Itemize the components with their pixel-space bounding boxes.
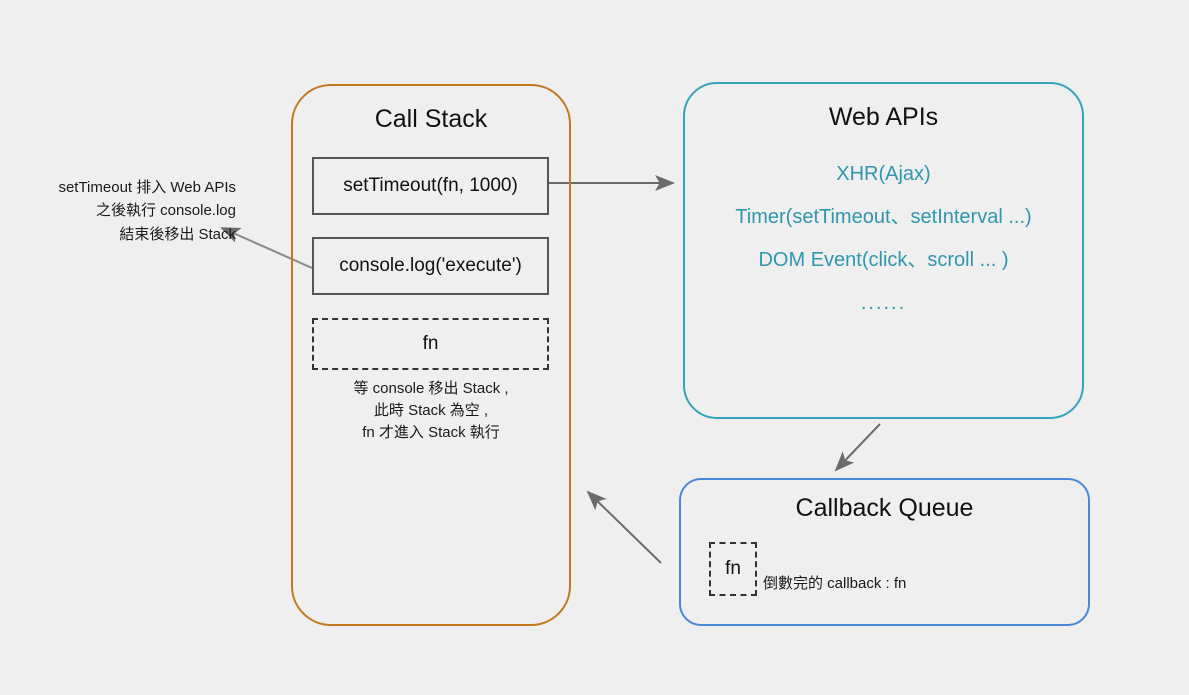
call-stack-panel: Call Stack setTimeout(fn, 1000) console.…: [291, 84, 571, 626]
arrow-web-apis-to-callback-queue: [834, 423, 881, 472]
callback-queue-note: 倒數完的 callback : fn: [763, 575, 907, 592]
left-annotation-note: setTimeout 排入 Web APIs 之後執行 console.log …: [58, 179, 236, 243]
web-api-item-ellipsis: ......: [860, 292, 907, 314]
callback-queue-item-fn[interactable]: fn: [709, 542, 757, 596]
web-api-item-xhr: XHR(Ajax): [836, 163, 931, 185]
stack-frame-settimeout[interactable]: setTimeout(fn, 1000): [312, 157, 549, 215]
callback-queue-title: Callback Queue: [795, 494, 974, 522]
stack-frame-console-log[interactable]: console.log('execute'): [312, 237, 549, 295]
callback-queue-panel: Callback Queue fn 倒數完的 callback : fn: [679, 478, 1090, 626]
web-apis-panel: Web APIs XHR(Ajax) Timer(setTimeout、setI…: [683, 82, 1084, 419]
arrow-callback-queue-to-call-stack: [586, 490, 662, 564]
diagram-canvas: setTimeout 排入 Web APIs 之後執行 console.log …: [0, 0, 1189, 695]
stack-frame-fn-pending[interactable]: fn: [312, 318, 549, 370]
call-stack-note: 等 console 移出 Stack , 此時 Stack 為空 , fn 才進…: [353, 380, 509, 441]
call-stack-title: Call Stack: [374, 105, 488, 133]
web-api-item-dom-event: DOM Event(click、scroll ... ): [758, 249, 1009, 271]
web-apis-title: Web APIs: [828, 103, 939, 131]
web-apis-list: XHR(Ajax) Timer(setTimeout、setInterval .…: [685, 164, 1082, 313]
web-api-item-timer: Timer(setTimeout、setInterval ...): [735, 206, 1032, 228]
